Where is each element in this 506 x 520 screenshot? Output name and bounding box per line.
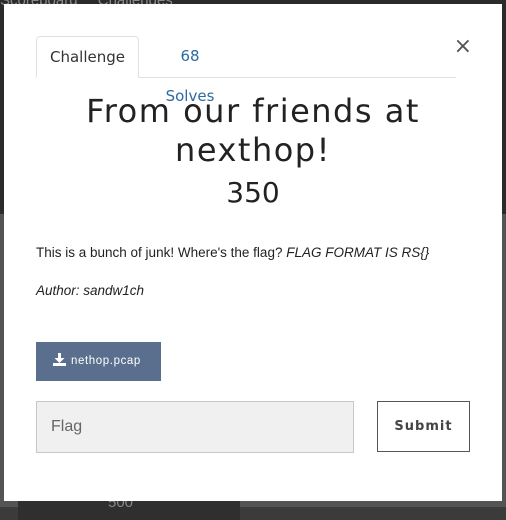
flag-format-hint: FLAG FORMAT IS RS{} [286, 245, 430, 260]
download-icon [53, 353, 66, 366]
download-file-button[interactable]: nethop.pcap [36, 342, 161, 381]
description-text: This is a bunch of junk! Where's the fla… [36, 245, 283, 260]
flag-input[interactable] [36, 401, 354, 453]
challenge-description: This is a bunch of junk! Where's the fla… [36, 245, 476, 260]
close-button[interactable]: × [454, 36, 472, 58]
file-name: nethop.pcap [71, 355, 141, 367]
tab-challenge[interactable]: Challenge [36, 36, 139, 78]
submit-button[interactable]: Submit [377, 401, 470, 452]
challenge-author: Author: sandw1ch [36, 283, 145, 298]
challenge-points: 350 [226, 176, 280, 209]
challenge-title: From our friends at nexthop! [86, 92, 420, 169]
tab-solves[interactable]: 68 Solves [154, 36, 226, 105]
modal-tabs: Challenge 68 Solves [36, 36, 456, 105]
challenge-modal: × Challenge 68 Solves From our friends a… [4, 4, 502, 501]
